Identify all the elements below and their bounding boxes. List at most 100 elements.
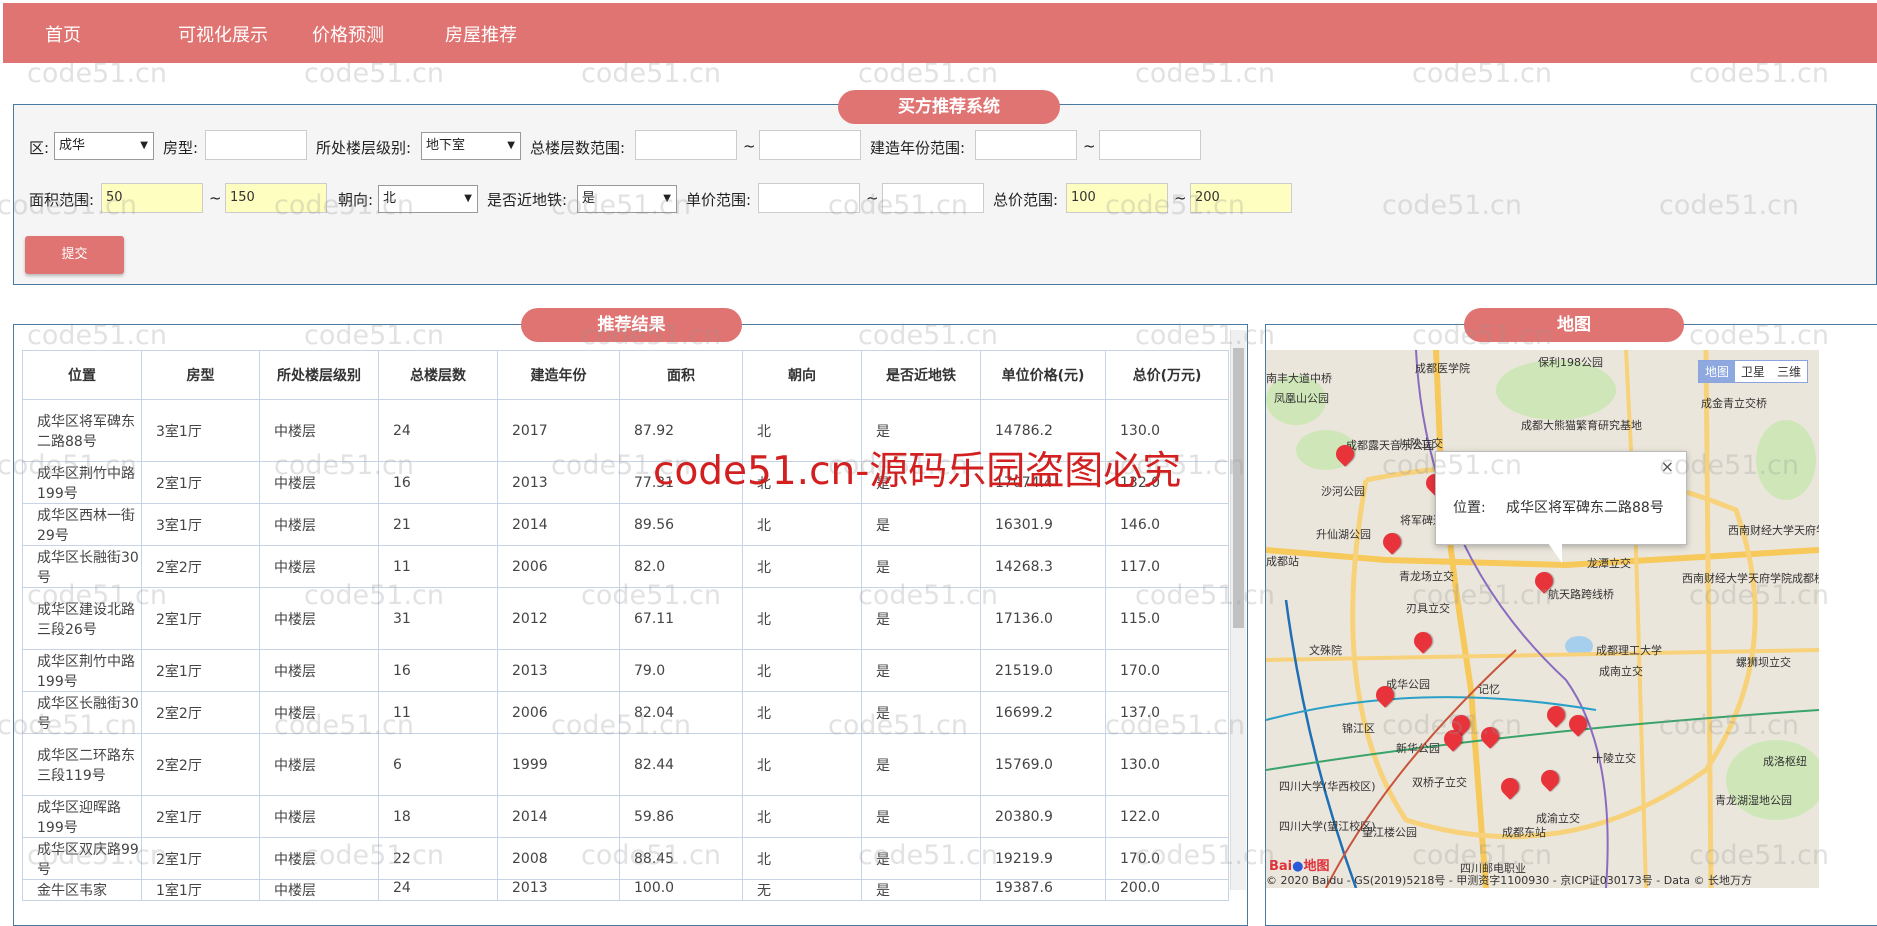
table-cell: 中楼层 — [259, 649, 379, 692]
table-cell: 59.86 — [619, 795, 743, 838]
table-cell: 中楼层 — [259, 733, 379, 796]
table-cell: 130.0 — [1105, 733, 1229, 796]
table-cell: 中楼层 — [259, 545, 379, 588]
district-select[interactable]: 成华 ▼ — [54, 132, 154, 160]
nav-visualization[interactable]: 可视化展示 — [178, 21, 268, 47]
layout-label: 房型: — [163, 139, 199, 157]
table-cell: 170.0 — [1105, 649, 1229, 692]
map-label: 成都东站 — [1502, 826, 1546, 839]
map-label: 西南财经大学天府学院(成都东区) — [1728, 524, 1819, 537]
area-label: 面积范围: — [29, 191, 95, 209]
floor-level-select[interactable]: 地下室 ▼ — [421, 132, 521, 160]
table-cell: 67.11 — [619, 587, 743, 650]
total-floors-max-input[interactable] — [759, 130, 861, 160]
map-label: 成洛枢纽 — [1763, 755, 1807, 768]
table-cell: 是 — [861, 795, 981, 838]
table-cell: 是 — [861, 587, 981, 650]
area-min-input[interactable]: 50 — [101, 183, 203, 213]
table-cell: 无 — [742, 879, 862, 901]
table-cell: 3室1厅 — [141, 399, 260, 462]
table-cell: 19219.9 — [980, 837, 1106, 880]
map-type-satellite[interactable]: 卫星 — [1735, 361, 1771, 382]
table-cell: 18 — [378, 795, 498, 838]
scrollbar-thumb[interactable] — [1233, 348, 1244, 628]
table-row[interactable]: 成华区荆竹中路199号 2室1厅 中楼层 16 2013 79.0 北是 21519.0 170… — [22, 649, 1229, 692]
total-price-min-input[interactable]: 100 — [1066, 183, 1168, 213]
district-label: 区: — [29, 139, 50, 157]
total-price-max-input[interactable]: 200 — [1190, 183, 1292, 213]
nav-house-recommendation[interactable]: 房屋推荐 — [445, 21, 517, 47]
table-cell: 122.0 — [1105, 795, 1229, 838]
table-row[interactable]: 金牛区韦家 1室1厅 中楼层 24 2013 100.0 无是 19387.6 200.0 — [22, 879, 1229, 901]
table-cell: 20380.9 — [980, 795, 1106, 838]
map-type-switcher: 地图 卫星 三维 — [1698, 360, 1809, 383]
table-cell: 北 — [742, 545, 862, 588]
unit-price-max-input[interactable] — [882, 183, 984, 213]
map-label: 十陵立交 — [1592, 752, 1636, 765]
map-type-map[interactable]: 地图 — [1699, 361, 1736, 382]
table-row[interactable]: 成华区双庆路99号 2室1厅 中楼层 22 2008 88.45 北是 19219.9 170.… — [22, 837, 1229, 880]
map-canvas[interactable]: 南丰大道中桥 成都医学院 保利198公园 成都大熊猫繁育研究基地 成金青立交桥 … — [1266, 350, 1819, 888]
nav-home[interactable]: 首页 — [45, 21, 81, 47]
table-cell: 北 — [742, 503, 862, 546]
table-cell: 24 — [378, 399, 498, 462]
year-max-input[interactable] — [1099, 130, 1201, 160]
nav-price-prediction[interactable]: 价格预测 — [312, 21, 384, 47]
table-cell: 中楼层 — [259, 837, 379, 880]
submit-button[interactable]: 提交 — [25, 236, 124, 274]
chevron-down-icon: ▼ — [140, 140, 148, 151]
table-cell: 成华区西林一街29号 — [22, 503, 142, 546]
map-label: 成都站 — [1266, 555, 1299, 568]
table-row[interactable]: 成华区西林一街29号 3室1厅 中楼层 21 2014 89.56 北是 16301.9 146… — [22, 503, 1229, 546]
table-header-row: 位置 房型 所处楼层级别 总楼层数 建造年份 面积 朝向 是否近地铁 单位价格(元) 总价(万元) — [22, 350, 1229, 400]
column-header: 面积 — [619, 350, 743, 400]
unit-price-min-input[interactable] — [758, 183, 860, 213]
table-cell: 137.0 — [1105, 691, 1229, 734]
layout-input[interactable] — [205, 130, 307, 160]
map-label: 西南财经大学天府学院成都校区(西区) — [1682, 572, 1819, 585]
chevron-down-icon: ▼ — [464, 193, 472, 204]
table-row[interactable]: 成华区迎晖路199号 2室1厅 中楼层 18 2014 59.86 北是 20380.9 122… — [22, 795, 1229, 838]
table-cell: 16301.9 — [980, 503, 1106, 546]
close-icon[interactable]: × — [1661, 457, 1674, 476]
results-panel: 推荐结果 位置 房型 所处楼层级别 总楼层数 建造年份 面积 朝向 是否近地铁 单位价格(元) 总… — [13, 308, 1248, 926]
tilde: ~ — [1083, 137, 1096, 155]
results-scrollbar[interactable] — [1230, 330, 1246, 890]
table-row[interactable]: 成华区建设北路三段26号 2室1厅 中楼层 31 2012 67.11 北是 17136.0 1… — [22, 587, 1229, 650]
map-copyright: © 2020 Baidu - GS(2019)5218号 - 甲测资字11009… — [1266, 874, 1753, 887]
table-cell: 200.0 — [1105, 879, 1229, 901]
table-cell: 是 — [861, 879, 981, 901]
year-min-input[interactable] — [975, 130, 1077, 160]
table-cell: 2室2厅 — [141, 691, 260, 734]
popup-pointer — [1548, 543, 1562, 563]
table-cell: 成华区二环路东三段119号 — [22, 733, 142, 796]
map-label: 成都医学院 — [1415, 362, 1470, 375]
table-cell: 2室1厅 — [141, 649, 260, 692]
table-cell: 成华区将军碑东二路88号 — [22, 399, 142, 462]
subway-select[interactable]: 是 ▼ — [577, 185, 677, 213]
map-type-3d[interactable]: 三维 — [1771, 361, 1807, 382]
column-header: 单位价格(元) — [980, 350, 1106, 400]
table-cell: 2室1厅 — [141, 795, 260, 838]
watermark-main: code51.cn-源码乐园盗图必究 — [653, 449, 1182, 494]
total-floors-min-input[interactable] — [635, 130, 737, 160]
table-cell: 成华区长融街30号 — [22, 691, 142, 734]
map-info-popup: × 位置: 成华区将军碑东二路88号 — [1435, 451, 1687, 545]
table-cell: 2室1厅 — [141, 837, 260, 880]
table-row[interactable]: 成华区长融街30号 2室2厅 中楼层 11 2006 82.0 北是 14268.3 117.0 — [22, 545, 1229, 588]
orientation-select[interactable]: 北 ▼ — [378, 185, 478, 213]
table-cell: 北 — [742, 649, 862, 692]
table-cell: 11 — [378, 545, 498, 588]
map-label: 双桥子立交 — [1412, 776, 1467, 789]
table-cell: 1999 — [497, 733, 620, 796]
map-label: 望江楼公园 — [1362, 826, 1417, 839]
map-label: 记忆 — [1478, 683, 1500, 696]
table-row[interactable]: 成华区二环路东三段119号 2室2厅 中楼层 6 1999 82.44 北是 15769.0 1… — [22, 733, 1229, 796]
area-max-input[interactable]: 150 — [225, 183, 327, 213]
table-cell: 2013 — [497, 879, 620, 901]
table-cell: 100.0 — [619, 879, 743, 901]
tilde: ~ — [1174, 189, 1187, 207]
table-cell: 2006 — [497, 545, 620, 588]
top-navbar: 首页 可视化展示 价格预测 房屋推荐 — [3, 3, 1877, 63]
table-row[interactable]: 成华区长融街30号 2室2厅 中楼层 11 2006 82.04 北是 16699.2 137.… — [22, 691, 1229, 734]
